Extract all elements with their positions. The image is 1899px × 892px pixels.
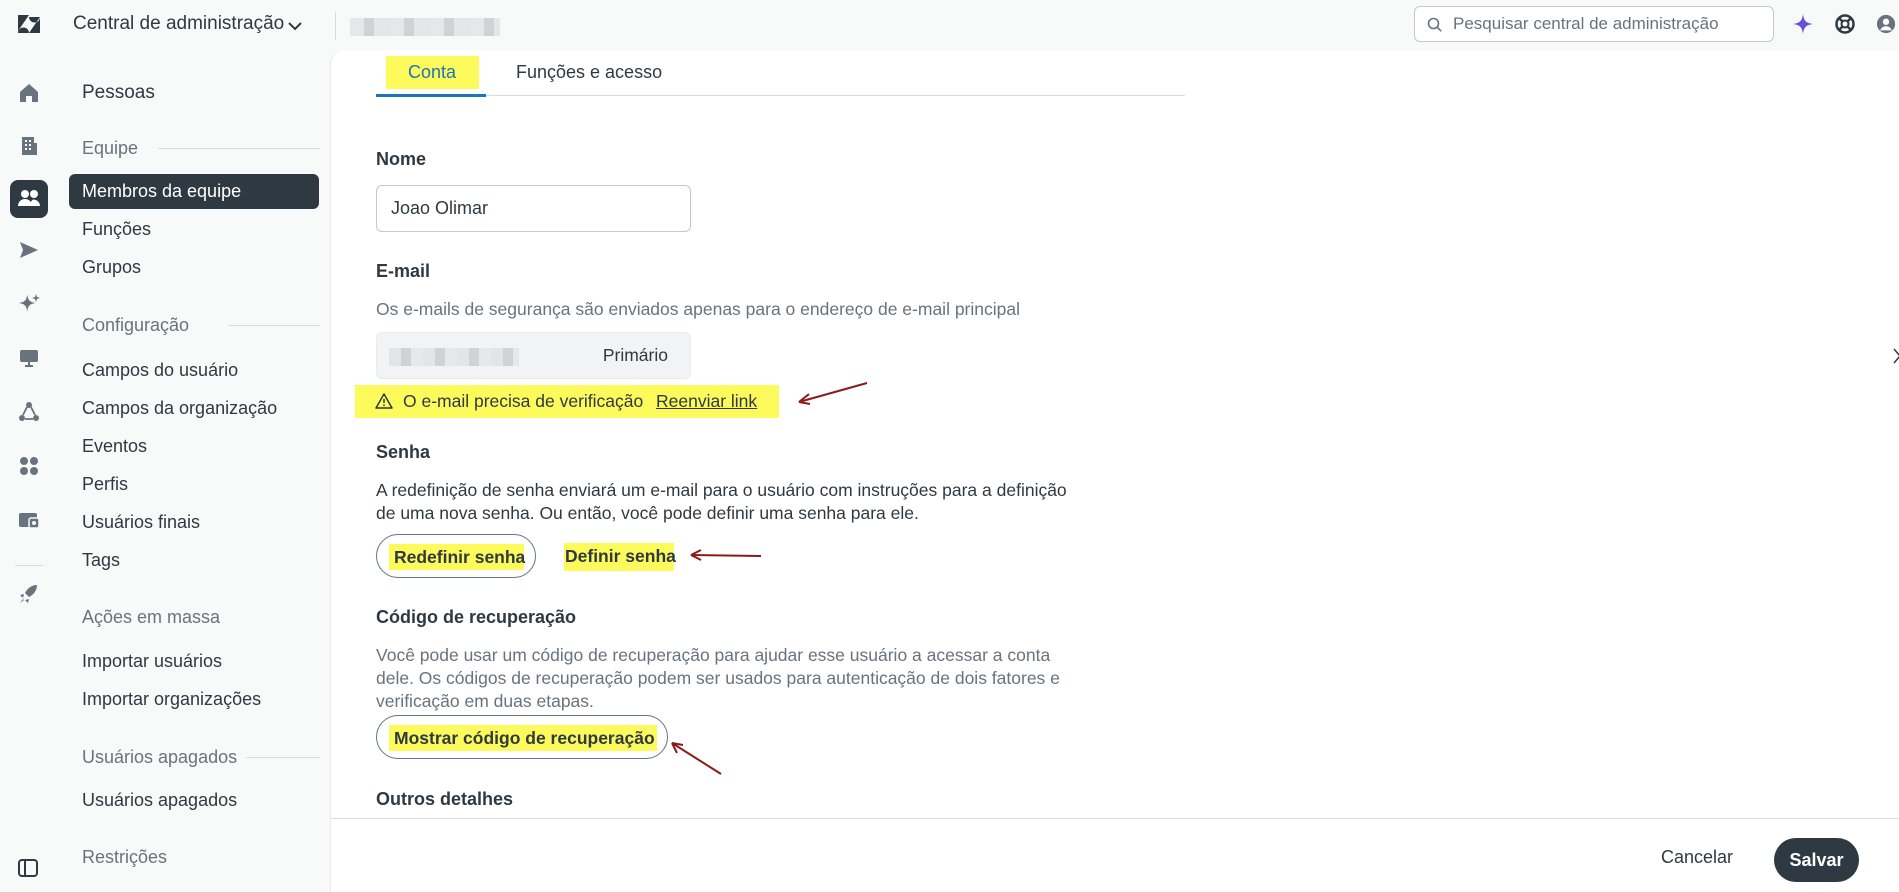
search-icon <box>1427 17 1442 32</box>
sidebar-item-campos-do-usuario[interactable]: Campos do usuário <box>82 360 238 381</box>
recovery-description-line1: Você pode usar um código de recuperação … <box>376 645 1051 665</box>
account-name-redacted <box>350 18 500 36</box>
set-password-button[interactable]: Definir senha <box>565 546 676 567</box>
people-icon[interactable] <box>10 180 48 218</box>
product-rail <box>0 50 58 892</box>
section-divider <box>228 325 320 326</box>
help-lifebuoy-icon[interactable] <box>1834 13 1856 35</box>
email-verification-warning: O e-mail precisa de verificação <box>403 391 644 411</box>
sidebar-title: Pessoas <box>82 82 155 103</box>
sidebar-item-grupos[interactable]: Grupos <box>82 257 141 278</box>
password-description-line1: A redefinição de senha enviará um e-mail… <box>376 480 1067 500</box>
sidebar-nav: Pessoas Equipe Membros da equipe Funções… <box>58 50 330 892</box>
objects-rules-icon[interactable] <box>17 400 41 424</box>
save-button[interactable]: Salvar <box>1774 838 1859 882</box>
reset-password-button[interactable]: Redefinir senha <box>376 534 536 578</box>
home-icon[interactable] <box>17 81 41 105</box>
sidebar-item-label: Membros da equipe <box>82 181 242 201</box>
search-input[interactable] <box>1453 13 1763 35</box>
ai-sparkle-icon[interactable] <box>1792 13 1814 35</box>
section-acoes-em-massa: Ações em massa <box>82 607 221 627</box>
button-label: Salvar <box>1789 850 1844 870</box>
people-icon-glyph <box>18 190 40 206</box>
section-restricoes: Restrições <box>82 847 168 867</box>
email-label: E-mail <box>376 261 431 281</box>
tab-label: Funções e acesso <box>516 62 663 82</box>
section-configuracao: Configuração <box>82 315 190 335</box>
email-hint: Os e-mails de segurança são enviados ape… <box>376 299 1020 319</box>
zendesk-logo-icon[interactable] <box>16 12 42 38</box>
main-panel: Conta Funções e acesso Nome E-mail Os e-… <box>330 50 1899 892</box>
sidebar-item-usuarios-apagados[interactable]: Usuários apagados <box>82 790 237 811</box>
tab-active-indicator <box>376 94 486 97</box>
section-divider <box>246 757 320 758</box>
rail-divider <box>15 565 43 566</box>
name-field[interactable] <box>376 185 691 232</box>
mouse-cursor-icon <box>1893 348 1899 364</box>
email-field[interactable]: Primário <box>376 332 691 379</box>
section-divider <box>158 148 320 149</box>
apps-grid-icon[interactable] <box>17 454 41 478</box>
password-label: Senha <box>376 442 431 462</box>
annotation-arrow <box>671 742 722 775</box>
sidebar-item-funcoes[interactable]: Funções <box>82 219 151 240</box>
sidebar-item-importar-organizacoes[interactable]: Importar organizações <box>82 689 261 710</box>
button-label: Redefinir senha <box>394 547 526 567</box>
user-profile-icon[interactable] <box>1876 13 1896 35</box>
building-icon[interactable] <box>17 134 41 158</box>
sidebar-item-eventos[interactable]: Eventos <box>82 436 147 457</box>
workspaces-monitor-icon[interactable] <box>17 346 41 370</box>
send-channels-icon[interactable] <box>17 238 41 262</box>
show-recovery-code-button[interactable]: Mostrar código de recuperação <box>376 715 668 759</box>
other-details-label: Outros detalhes <box>376 789 514 809</box>
chevron-down-icon[interactable] <box>285 16 305 36</box>
sidebar-item-perfis[interactable]: Perfis <box>82 474 128 495</box>
alert-triangle-icon <box>375 393 393 409</box>
resend-link[interactable]: Reenviar link <box>656 391 757 412</box>
recovery-label: Código de recuperação <box>376 607 577 627</box>
section-usuarios-apagados: Usuários apagados <box>82 747 238 767</box>
top-bar: Central de administração <box>0 0 1899 50</box>
sidebar-item-tags[interactable]: Tags <box>82 550 120 571</box>
tab-label: Conta <box>408 62 457 82</box>
divider <box>335 12 336 40</box>
sidebar-item-membros-da-equipe[interactable]: Membros da equipe <box>69 174 319 209</box>
primary-badge: Primário <box>602 345 668 365</box>
section-equipe: Equipe <box>82 138 139 158</box>
button-label: Mostrar código de recuperação <box>394 728 655 748</box>
annotation-arrow <box>690 549 762 561</box>
password-description-line2: de uma nova senha. Ou então, você pode d… <box>376 503 919 523</box>
name-label: Nome <box>376 149 427 169</box>
collapse-sidebar-icon[interactable] <box>17 857 39 879</box>
annotation-arrow <box>798 382 868 405</box>
cancel-button[interactable]: Cancelar <box>1661 847 1733 868</box>
sidebar-item-campos-da-organizacao[interactable]: Campos da organização <box>82 398 277 419</box>
app-title[interactable]: Central de administração <box>73 13 284 35</box>
search-box[interactable] <box>1414 6 1774 42</box>
recovery-description-line3: verificação em duas etapas. <box>376 691 594 711</box>
email-redacted <box>389 348 519 366</box>
sidebar-item-usuarios-finais[interactable]: Usuários finais <box>82 512 200 533</box>
rocket-icon[interactable] <box>17 582 41 606</box>
form-footer: Cancelar Salvar <box>331 818 1899 892</box>
tab-conta[interactable]: Conta <box>376 50 486 97</box>
ai-sparkle-icon[interactable] <box>17 292 41 316</box>
account-billing-icon[interactable] <box>17 508 41 532</box>
recovery-description-line2: dele. Os códigos de recuperação podem se… <box>376 668 1060 688</box>
tab-bar: Conta Funções e acesso <box>376 50 1185 97</box>
sidebar-item-importar-usuarios[interactable]: Importar usuários <box>82 651 222 672</box>
